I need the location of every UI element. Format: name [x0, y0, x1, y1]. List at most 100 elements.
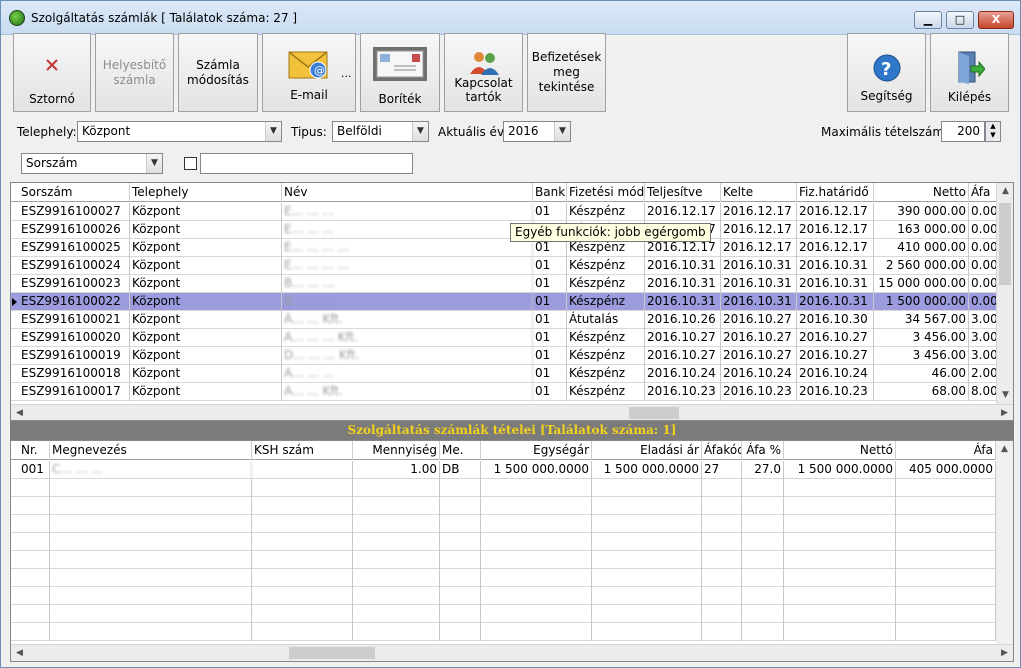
- close-button[interactable]: X: [978, 11, 1014, 29]
- item-column-header[interactable]: Áfa: [896, 441, 996, 460]
- item-cell: [252, 569, 353, 587]
- spin-up-icon[interactable]: ▲: [986, 122, 1000, 131]
- invoice-row[interactable]: ESZ9916100027 Központ E... ... ... 01 Készpé…: [11, 203, 1013, 221]
- item-cell: [742, 533, 784, 551]
- item-column-header[interactable]: Me.: [440, 441, 481, 460]
- boritek-button[interactable]: Boríték: [360, 33, 440, 112]
- invoice-row[interactable]: ESZ9916100023 Központ B... ... ... 01 Készpé…: [11, 275, 1013, 293]
- invoice-column-header[interactable]: Bank: [533, 183, 567, 202]
- invoice-cell: ESZ9916100024: [19, 257, 130, 275]
- item-column-header[interactable]: Eladási ár: [592, 441, 702, 460]
- chevron-down-icon[interactable]: ▼: [265, 122, 281, 141]
- maximize-button[interactable]: □: [946, 11, 974, 29]
- invoice-column-header[interactable]: Fiz.határidő: [797, 183, 874, 202]
- item-column-header[interactable]: Nr.: [19, 441, 50, 460]
- item-cell: [784, 515, 896, 533]
- invoice-cell: ESZ9916100020: [19, 329, 130, 347]
- invoice-column-header[interactable]: Fizetési mód: [567, 183, 645, 202]
- kapcsolattartok-button[interactable]: Kapcsolat tartók: [444, 33, 523, 112]
- item-cell: [481, 605, 592, 623]
- invoice-column-header[interactable]: Netto: [874, 183, 969, 202]
- item-column-header[interactable]: KSH szám: [252, 441, 353, 460]
- sort-field-select[interactable]: Sorszám ▼: [21, 153, 163, 174]
- empty-item-row[interactable]: [11, 587, 1013, 605]
- scroll-right-icon[interactable]: ▶: [996, 645, 1013, 661]
- segitseg-button[interactable]: ? Segítség: [847, 33, 926, 112]
- invoice-vscroll-thumb[interactable]: [999, 203, 1011, 285]
- scroll-left-icon[interactable]: ◀: [11, 645, 28, 661]
- chevron-down-icon[interactable]: ▼: [146, 154, 162, 173]
- helyesbito-szamla-button[interactable]: Helyesbítő számla: [95, 33, 174, 112]
- empty-item-row[interactable]: [11, 569, 1013, 587]
- spin-down-icon[interactable]: ▼: [986, 131, 1000, 140]
- item-cell: [896, 515, 996, 533]
- item-cell: 1 500 000.0000: [481, 461, 592, 479]
- invoice-cell: 2016.12.17: [721, 203, 797, 221]
- item-column-header[interactable]: Mennyiség: [353, 441, 440, 460]
- invoice-column-header[interactable]: Telephely: [130, 183, 282, 202]
- filter-checkbox[interactable]: [184, 157, 197, 170]
- invoice-column-header[interactable]: Teljesítve: [645, 183, 721, 202]
- item-column-header[interactable]: Egységár: [481, 441, 592, 460]
- invoice-hscroll-thumb[interactable]: [629, 407, 679, 419]
- search-input[interactable]: [200, 153, 413, 174]
- items-vertical-scrollbar[interactable]: ▲: [996, 441, 1013, 645]
- item-cell: [896, 533, 996, 551]
- invoice-row[interactable]: ESZ9916100017 Központ A... ... Kft. 01 Készp…: [11, 383, 1013, 401]
- item-column-header[interactable]: Nettó: [784, 441, 896, 460]
- items-grid[interactable]: Nr. Megnevezés KSH szám Mennyiség Me. Egységá…: [10, 440, 1014, 662]
- invoice-cell: 410 000.00: [874, 239, 969, 257]
- item-column-header[interactable]: Áfakód: [702, 441, 742, 460]
- invoice-vertical-scrollbar[interactable]: ▲ ▼: [996, 183, 1013, 404]
- empty-item-row[interactable]: [11, 515, 1013, 533]
- title-bar[interactable]: Szolgáltatás számlák [ Találatok száma: …: [1, 1, 1020, 35]
- max-tetelszam-stepper[interactable]: ▲ ▼: [985, 121, 1001, 142]
- invoice-row[interactable]: ESZ9916100022 Központ B... ... ... 01 Készpé…: [11, 293, 1013, 311]
- invoice-row[interactable]: ESZ9916100024 Központ E... ... ... ... 01 Ké…: [11, 257, 1013, 275]
- invoice-column-header[interactable]: Kelte: [721, 183, 797, 202]
- item-cell: [19, 533, 50, 551]
- item-cell: [252, 587, 353, 605]
- scroll-down-icon[interactable]: ▼: [997, 387, 1013, 404]
- minimize-button[interactable]: ▁: [914, 11, 942, 29]
- invoice-row[interactable]: ESZ9916100019 Központ D... ... ... Kft. 01 K…: [11, 347, 1013, 365]
- empty-item-row[interactable]: [11, 623, 1013, 641]
- item-column-header[interactable]: Áfa %: [742, 441, 784, 460]
- item-cell: [252, 551, 353, 569]
- item-column-header[interactable]: Megnevezés: [50, 441, 252, 460]
- invoice-row[interactable]: ESZ9916100020 Központ A... ... ... Kft. 01 K…: [11, 329, 1013, 347]
- max-tetelszam-input[interactable]: 200: [941, 121, 985, 142]
- items-hscroll-thumb[interactable]: [289, 647, 375, 659]
- scroll-right-icon[interactable]: ▶: [996, 405, 1013, 420]
- telephely-select[interactable]: Központ ▼: [77, 121, 282, 142]
- storno-button[interactable]: Sztornó: [13, 33, 91, 112]
- szamla-modositas-button[interactable]: Számla módosítás: [178, 33, 258, 112]
- invoice-grid[interactable]: Sorszám Telephely Név Bank Fizetési mód Telje…: [10, 182, 1014, 421]
- invoice-column-header[interactable]: Sorszám: [19, 183, 130, 202]
- chevron-down-icon[interactable]: ▼: [554, 122, 570, 141]
- invoice-horizontal-scrollbar[interactable]: ◀ ▶: [11, 404, 1013, 420]
- email-more-button[interactable]: ...: [341, 67, 352, 80]
- empty-item-row[interactable]: [11, 605, 1013, 623]
- scroll-left-icon[interactable]: ◀: [11, 405, 28, 420]
- invoice-cell: E... ... ... ...: [282, 239, 533, 257]
- chevron-down-icon[interactable]: ▼: [412, 122, 428, 141]
- befizetesek-button[interactable]: Befizetések meg tekintése: [527, 33, 606, 112]
- invoice-column-header[interactable]: Áfa: [969, 183, 999, 202]
- empty-item-row[interactable]: [11, 479, 1013, 497]
- invoice-row[interactable]: ESZ9916100018 Központ A... ... ... 01 Készpé…: [11, 365, 1013, 383]
- aktualis-ev-select[interactable]: 2016 ▼: [503, 121, 571, 142]
- scroll-up-icon[interactable]: ▲: [997, 183, 1013, 200]
- kilepes-button[interactable]: Kilépés: [930, 33, 1009, 112]
- tipus-select[interactable]: Belföldi ▼: [332, 121, 429, 142]
- invoice-row[interactable]: ESZ9916100021 Központ Á... ... Kft. 01 Átuta…: [11, 311, 1013, 329]
- empty-item-row[interactable]: [11, 497, 1013, 515]
- item-cell: [702, 587, 742, 605]
- context-menu-tooltip: Egyéb funkciók: jobb egérgomb: [510, 223, 711, 242]
- empty-item-row[interactable]: [11, 551, 1013, 569]
- items-horizontal-scrollbar[interactable]: ◀ ▶: [11, 644, 1013, 661]
- scroll-up-icon[interactable]: ▲: [996, 441, 1013, 458]
- item-row[interactable]: 001 C... ... ... 1.00 DB 1 500 000.0000 1 500…: [11, 461, 1013, 479]
- empty-item-row[interactable]: [11, 533, 1013, 551]
- invoice-column-header[interactable]: Név: [282, 183, 533, 202]
